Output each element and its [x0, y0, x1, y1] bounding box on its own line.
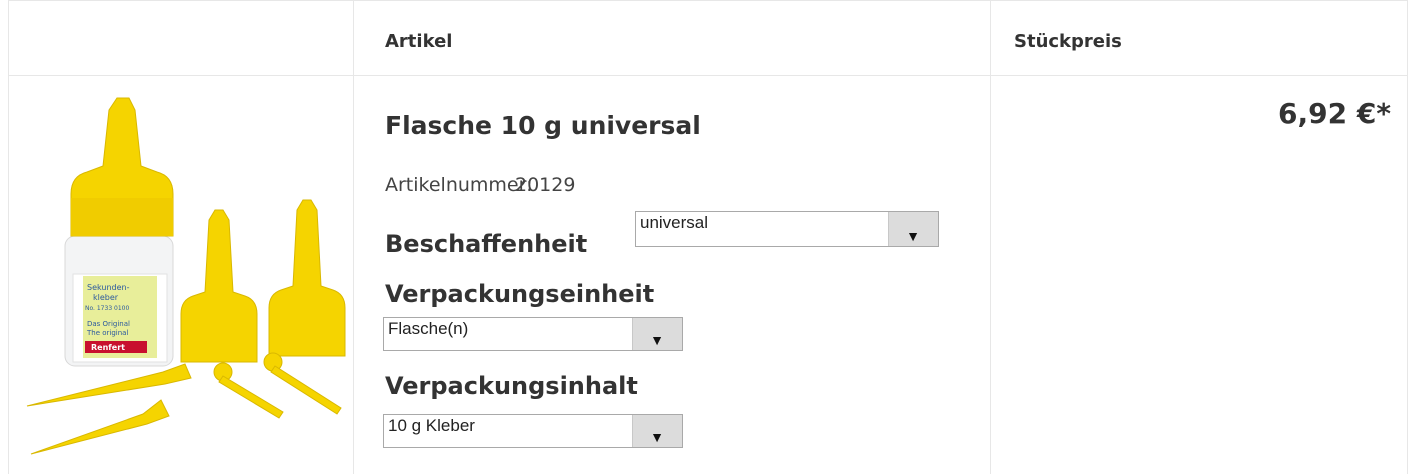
column-header-unit-price: Stückpreis	[1014, 31, 1122, 52]
column-divider	[990, 0, 991, 474]
image-label-line: Sekunden-	[87, 283, 130, 292]
verpackungseinheit-select[interactable]: Flasche(n) ▼	[383, 317, 683, 351]
article-number-label: Artikelnummer:	[385, 174, 533, 196]
option-label-verpackungsinhalt: Verpackungsinhalt	[385, 372, 638, 400]
article-number-value: 20129	[515, 174, 576, 196]
cart-table: Artikel Stückpreis Sekunden- kleber No. …	[8, 0, 1408, 474]
image-label-line: kleber	[93, 293, 119, 302]
dropdown-arrow-icon[interactable]: ▼	[888, 212, 938, 246]
beschaffenheit-selected-value: universal	[640, 213, 709, 232]
column-header-article: Artikel	[385, 31, 453, 52]
beschaffenheit-select[interactable]: universal ▼	[635, 211, 939, 247]
dropdown-arrow-icon[interactable]: ▼	[632, 415, 682, 447]
verpackungsinhalt-selected-value: 10 g Kleber	[388, 416, 475, 435]
option-label-beschaffenheit: Beschaffenheit	[385, 230, 588, 258]
image-label-line: The original	[86, 329, 128, 337]
dropdown-arrow-icon[interactable]: ▼	[632, 318, 682, 350]
unit-price: 6,92 €*	[1278, 97, 1391, 130]
product-image: Sekunden- kleber No. 1733 0100 Das Origi…	[23, 94, 347, 460]
image-label-line: No. 1733 0100	[85, 305, 129, 312]
image-brand: Renfert	[91, 343, 125, 352]
column-divider	[353, 0, 354, 474]
image-label-line: Das Original	[87, 320, 130, 328]
verpackungsinhalt-select[interactable]: 10 g Kleber ▼	[383, 414, 683, 448]
table-header-row	[9, 0, 1407, 76]
verpackungseinheit-selected-value: Flasche(n)	[388, 319, 469, 338]
product-title[interactable]: Flasche 10 g universal	[385, 111, 701, 140]
option-label-verpackungseinheit: Verpackungseinheit	[385, 280, 655, 308]
